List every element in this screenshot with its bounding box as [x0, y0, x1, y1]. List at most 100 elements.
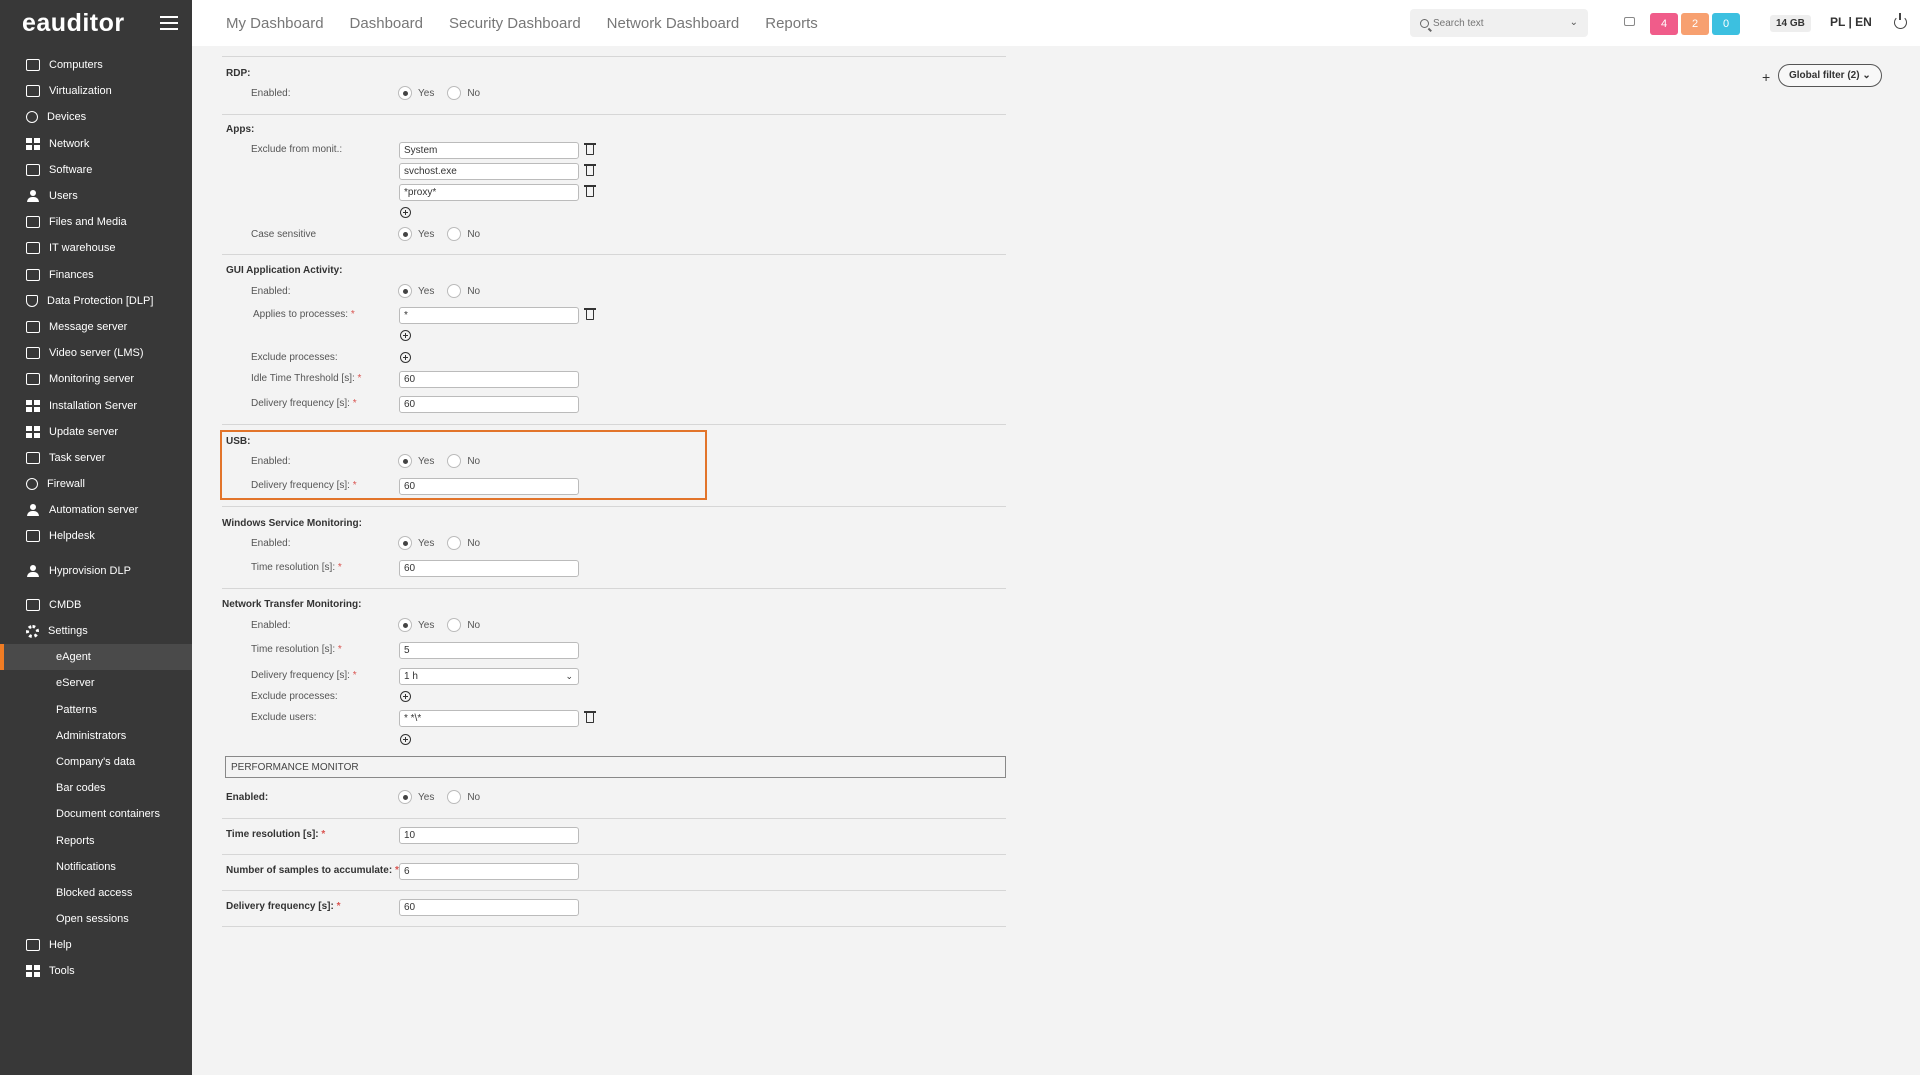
- perf-time-resolution-text: Time resolution [s]:: [226, 829, 319, 840]
- radio-no[interactable]: [447, 86, 462, 100]
- add-circle-icon[interactable]: [400, 207, 411, 218]
- sidebar-item-video-server[interactable]: Video server (LMS): [0, 340, 192, 366]
- radio-yes[interactable]: [398, 86, 412, 100]
- search-input[interactable]: [1433, 17, 1563, 29]
- radio-yes[interactable]: [398, 454, 412, 468]
- menu-toggle-icon[interactable]: [160, 16, 178, 30]
- radio-yes[interactable]: [398, 618, 412, 632]
- required-mark: *: [352, 398, 357, 409]
- perf-samples-field[interactable]: [399, 863, 579, 880]
- applies-to-processes-field[interactable]: [399, 307, 579, 324]
- sidebar-subitem-eagent[interactable]: eAgent: [0, 644, 192, 671]
- global-filter-button[interactable]: Global filter (2) ⌄: [1778, 64, 1882, 87]
- sidebar-item-computers[interactable]: Computers: [0, 52, 192, 78]
- exclude-app-field[interactable]: [399, 142, 579, 159]
- topnav-dashboard[interactable]: Dashboard: [350, 15, 423, 32]
- nettransfer-delivery-frequency-select[interactable]: 1 h ⌄: [399, 668, 579, 685]
- trash-icon[interactable]: [584, 308, 596, 320]
- sidebar-subitem-eserver[interactable]: eServer: [0, 670, 192, 696]
- winsvc-enabled-label: Enabled:: [251, 538, 291, 549]
- sidebar-subitem-administrators[interactable]: Administrators: [0, 723, 192, 749]
- alert-badge-blue[interactable]: 0: [1712, 13, 1740, 35]
- add-circle-icon[interactable]: [400, 352, 411, 363]
- sidebar-item-virtualization[interactable]: Virtualization: [0, 78, 192, 104]
- nettransfer-time-resolution-field[interactable]: [399, 642, 579, 659]
- radio-yes[interactable]: [398, 227, 412, 241]
- sidebar-item-automation-server[interactable]: Automation server: [0, 497, 192, 523]
- radio-no[interactable]: [447, 790, 462, 804]
- trash-icon[interactable]: [584, 185, 596, 197]
- sidebar-subitem-open-sessions[interactable]: Open sessions: [0, 906, 192, 932]
- sidebar-item-message-server[interactable]: Message server: [0, 314, 192, 340]
- message-icon[interactable]: [1624, 17, 1635, 26]
- alert-badge-orange[interactable]: 2: [1681, 13, 1709, 35]
- sidebar-subitem-reports[interactable]: Reports: [0, 827, 192, 853]
- trash-icon[interactable]: [584, 143, 596, 155]
- sidebar-item-hyprovision[interactable]: Hyprovision DLP: [0, 558, 192, 584]
- topnav-security-dashboard[interactable]: Security Dashboard: [449, 15, 581, 32]
- sidebar-item-label: Devices: [47, 111, 87, 124]
- language-switch[interactable]: PL | EN: [1830, 15, 1872, 29]
- sidebar-subitem-notifications[interactable]: Notifications: [0, 854, 192, 880]
- sidebar-item-label: Installation Server: [49, 399, 138, 412]
- sidebar-item-help[interactable]: Help: [0, 932, 192, 958]
- sidebar-subitem-patterns[interactable]: Patterns: [0, 697, 192, 723]
- sidebar-item-files-media[interactable]: Files and Media: [0, 209, 192, 235]
- exclude-app-field[interactable]: [399, 163, 579, 180]
- perf-delivery-frequency-field[interactable]: [399, 899, 579, 916]
- add-circle-icon[interactable]: [400, 691, 411, 702]
- sidebar-item-monitoring-server[interactable]: Monitoring server: [0, 366, 192, 392]
- sidebar-item-update-server[interactable]: Update server: [0, 419, 192, 445]
- sidebar-item-label: Data Protection [DLP]: [47, 294, 154, 307]
- sidebar-subitem-blocked-access[interactable]: Blocked access: [0, 880, 192, 906]
- sidebar-item-task-server[interactable]: Task server: [0, 445, 192, 471]
- sidebar-item-finances[interactable]: Finances: [0, 262, 192, 288]
- radio-no[interactable]: [447, 536, 462, 550]
- sidebar-subitem-bar-codes[interactable]: Bar codes: [0, 775, 192, 801]
- sidebar-item-tools[interactable]: Tools: [0, 958, 192, 984]
- users-icon: [26, 190, 40, 203]
- files-icon: [26, 216, 40, 229]
- sidebar-item-cmdb[interactable]: CMDB: [0, 592, 192, 618]
- add-circle-icon[interactable]: [400, 330, 411, 341]
- gui-delivery-frequency-field[interactable]: [399, 396, 579, 413]
- sidebar-item-devices[interactable]: Devices: [0, 104, 192, 130]
- computer-icon: [26, 59, 40, 72]
- app-logo[interactable]: eauditor: [22, 9, 125, 38]
- sidebar-item-helpdesk[interactable]: Helpdesk: [0, 523, 192, 549]
- radio-yes[interactable]: [398, 284, 412, 298]
- radio-no[interactable]: [447, 284, 462, 298]
- sidebar-item-users[interactable]: Users: [0, 183, 192, 209]
- power-icon[interactable]: [1894, 13, 1907, 29]
- add-circle-icon[interactable]: [400, 734, 411, 745]
- sidebar-item-dlp[interactable]: Data Protection [DLP]: [0, 288, 192, 314]
- exclude-app-field[interactable]: [399, 184, 579, 201]
- chevron-down-icon[interactable]: ⌄: [1570, 17, 1578, 28]
- radio-yes[interactable]: [398, 536, 412, 550]
- radio-no[interactable]: [447, 454, 462, 468]
- radio-yes[interactable]: [398, 790, 412, 804]
- nettransfer-exclude-users-field[interactable]: [399, 710, 579, 727]
- sidebar-item-firewall[interactable]: Firewall: [0, 471, 192, 497]
- usb-delivery-frequency-field[interactable]: [399, 478, 579, 495]
- topnav-my-dashboard[interactable]: My Dashboard: [226, 15, 324, 32]
- trash-icon[interactable]: [584, 164, 596, 176]
- sidebar-item-installation-server[interactable]: Installation Server: [0, 392, 192, 418]
- trash-icon[interactable]: [584, 711, 596, 723]
- add-filter-icon[interactable]: +: [1762, 69, 1770, 85]
- sidebar-item-label: Help: [49, 939, 72, 952]
- sidebar-item-network[interactable]: Network: [0, 131, 192, 157]
- radio-no[interactable]: [447, 227, 462, 241]
- alert-badge-red[interactable]: 4: [1650, 13, 1678, 35]
- sidebar-item-it-warehouse[interactable]: IT warehouse: [0, 235, 192, 261]
- sidebar-subitem-company-data[interactable]: Company's data: [0, 749, 192, 775]
- perf-time-resolution-field[interactable]: [399, 827, 579, 844]
- sidebar-subitem-document-containers[interactable]: Document containers: [0, 801, 192, 827]
- sidebar-item-settings[interactable]: Settings: [0, 618, 192, 644]
- winsvc-time-resolution-field[interactable]: [399, 560, 579, 577]
- topnav-reports[interactable]: Reports: [765, 15, 818, 32]
- sidebar-item-software[interactable]: Software: [0, 157, 192, 183]
- radio-no[interactable]: [447, 618, 462, 632]
- idle-time-threshold-field[interactable]: [399, 371, 579, 388]
- topnav-network-dashboard[interactable]: Network Dashboard: [607, 15, 740, 32]
